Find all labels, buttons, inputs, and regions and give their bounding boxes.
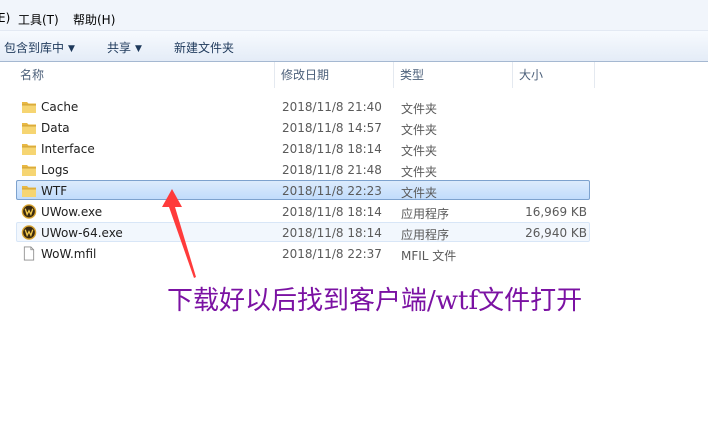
instruction-annotation: 下载好以后找到客户端/wtf文件打开 [167, 286, 583, 316]
arrow-head [162, 189, 182, 207]
annotation-arrow [162, 189, 196, 278]
arrow-shaft [169, 207, 196, 278]
